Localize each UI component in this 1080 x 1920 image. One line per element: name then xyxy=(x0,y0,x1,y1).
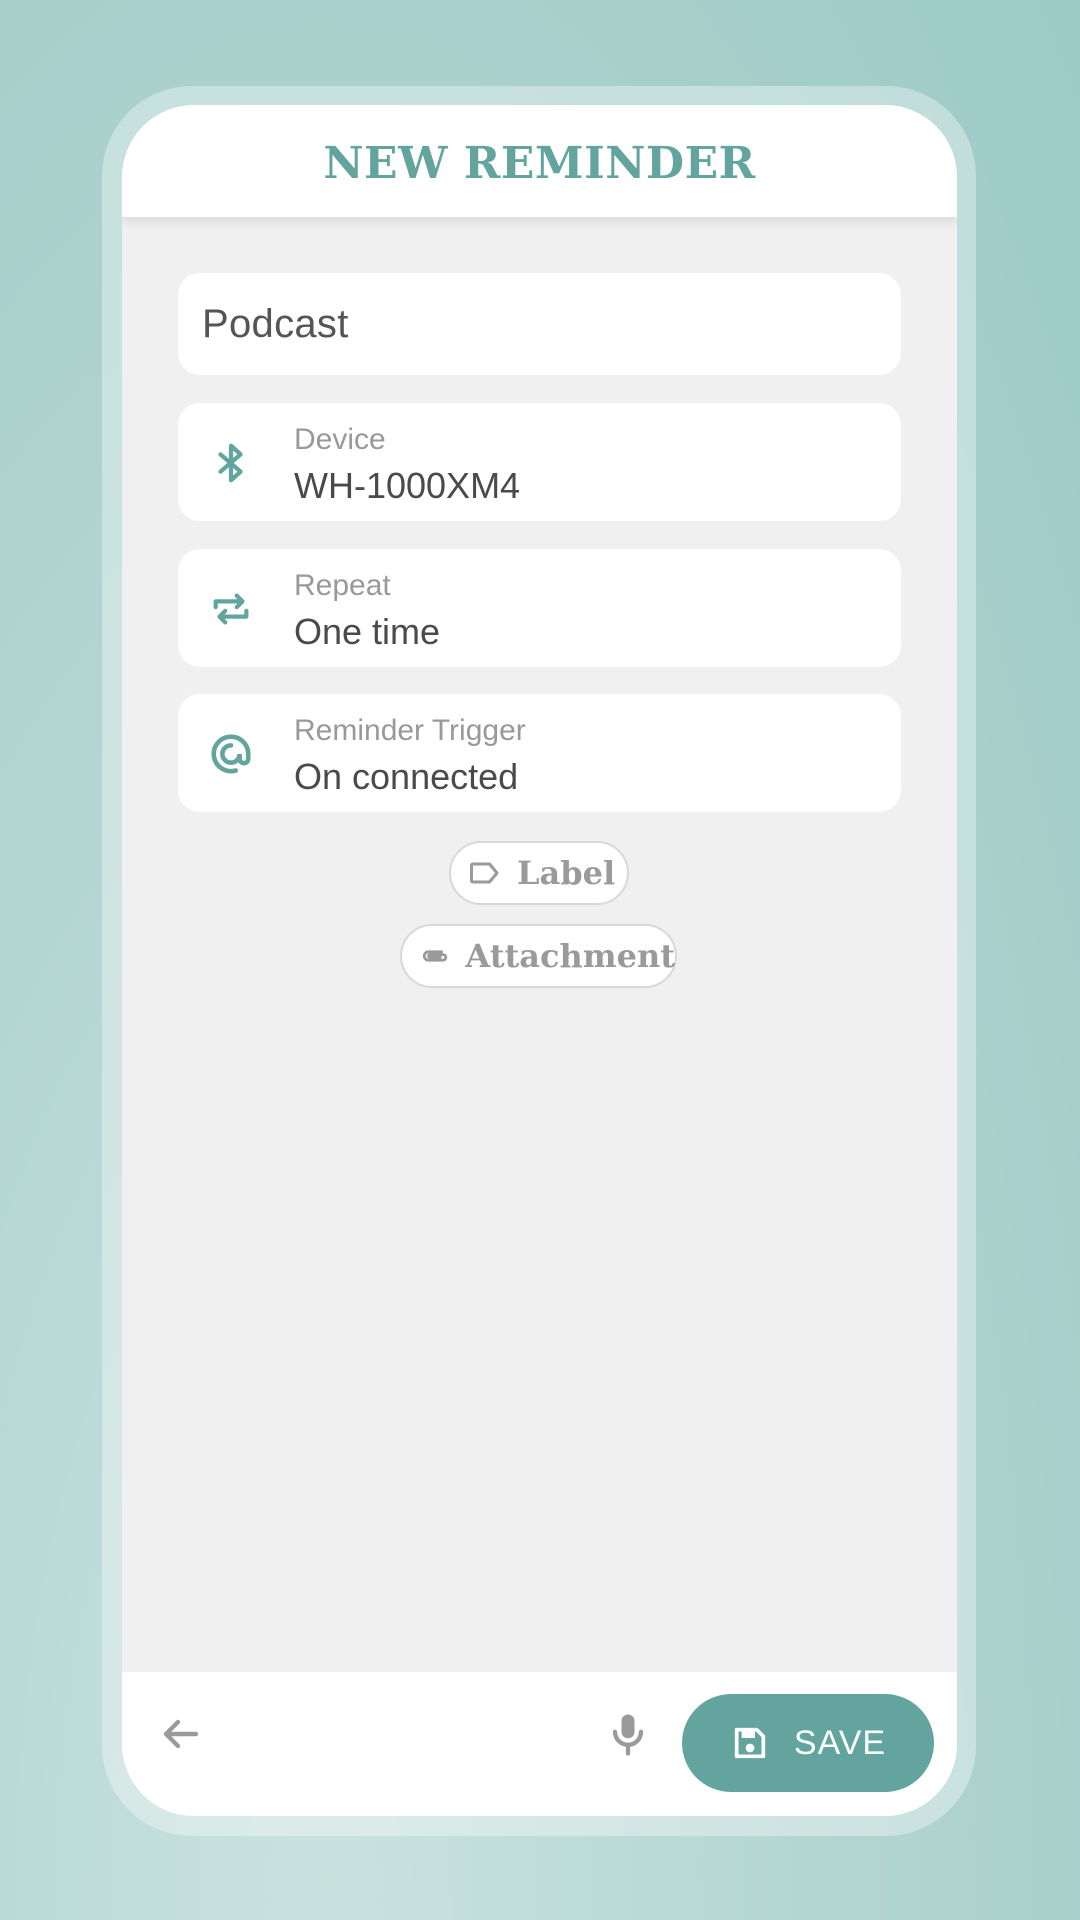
paperclip-icon xyxy=(422,950,448,962)
reminder-title-field[interactable]: Podcast xyxy=(178,273,901,375)
reminder-trigger-field[interactable]: Reminder Trigger On connected xyxy=(178,694,901,812)
app-header: NEW REMINDER xyxy=(122,105,957,217)
attachment-chip-text: Attachment xyxy=(465,937,675,975)
device-label: Device xyxy=(294,423,386,456)
floppy-disk-icon xyxy=(734,1727,766,1759)
repeat-label: Repeat xyxy=(294,569,391,602)
reminder-trigger-value: On connected xyxy=(294,756,519,797)
repeat-value: One time xyxy=(294,611,441,652)
device-value: WH-1000XM4 xyxy=(294,465,521,506)
label-chip-text: Label xyxy=(517,854,616,892)
save-button-label: SAVE xyxy=(793,1723,887,1762)
attachment-chip[interactable]: Attachment xyxy=(400,924,677,988)
save-button[interactable]: SAVE xyxy=(682,1694,934,1792)
bottom-action-bar: SAVE xyxy=(122,1672,957,1816)
reminder-trigger-label: Reminder Trigger xyxy=(294,714,526,747)
repeat-icon xyxy=(213,593,249,625)
page-title: NEW REMINDER xyxy=(323,137,756,189)
arrow-left-icon[interactable] xyxy=(156,1710,204,1758)
microphone-icon[interactable] xyxy=(602,1708,654,1760)
reminder-title-text: Podcast xyxy=(202,301,349,346)
app-screen: NEW REMINDER Podcast Device WH-1000XM4 R… xyxy=(122,105,957,1816)
device-field[interactable]: Device WH-1000XM4 xyxy=(178,403,901,521)
tag-icon xyxy=(470,862,499,884)
repeat-field[interactable]: Repeat One time xyxy=(178,549,901,667)
bluetooth-icon xyxy=(218,443,243,483)
label-chip[interactable]: Label xyxy=(449,841,629,905)
trigger-target-icon xyxy=(211,734,251,774)
